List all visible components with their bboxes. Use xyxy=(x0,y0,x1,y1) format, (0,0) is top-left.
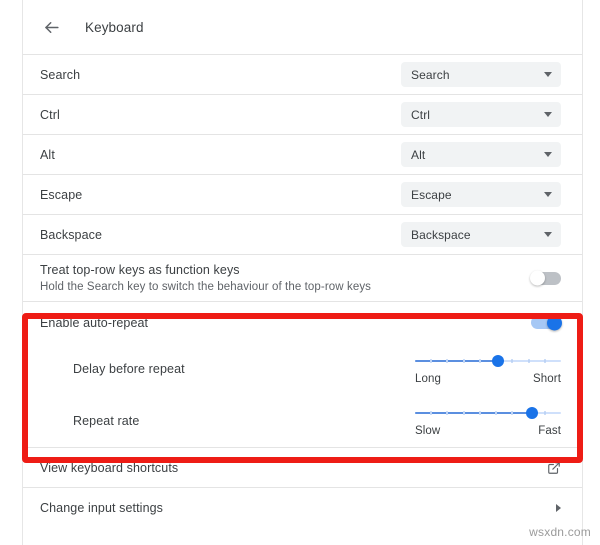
dropdown-alt[interactable]: Alt xyxy=(401,142,561,167)
toggle-top-row-function-keys[interactable] xyxy=(530,270,561,286)
row-change-input-settings[interactable]: Change input settings xyxy=(23,487,582,527)
chevron-down-icon xyxy=(544,72,552,77)
dropdown-value: Search xyxy=(411,67,450,82)
dropdown-ctrl[interactable]: Ctrl xyxy=(401,102,561,127)
toggle-knob xyxy=(530,270,545,286)
external-link-icon[interactable] xyxy=(547,461,561,475)
chevron-down-icon xyxy=(544,232,552,237)
row-label: Repeat rate xyxy=(73,414,140,428)
row-text-block: Treat top-row keys as function keys Hold… xyxy=(40,263,371,293)
row-top-row-function-keys[interactable]: Treat top-row keys as function keys Hold… xyxy=(23,254,582,301)
watermark: wsxdn.com xyxy=(529,525,591,539)
row-delay-before-repeat: Delay before repeat Long Short xyxy=(23,343,582,395)
slider-max-label: Short xyxy=(533,372,561,385)
slider-labels: Long Short xyxy=(415,373,561,385)
slider-ticks xyxy=(415,410,561,415)
slider-min-label: Slow xyxy=(415,424,441,437)
arrow-left-icon[interactable] xyxy=(40,16,62,38)
row-label: Alt xyxy=(40,147,55,162)
row-label: Ctrl xyxy=(40,107,60,122)
row-label: Search xyxy=(40,67,81,82)
row-view-keyboard-shortcuts[interactable]: View keyboard shortcuts xyxy=(23,447,582,487)
row-enable-auto-repeat[interactable]: Enable auto-repeat xyxy=(23,301,582,343)
row-label: Treat top-row keys as function keys xyxy=(40,263,240,277)
dropdown-value: Backspace xyxy=(411,227,471,242)
slider-delay-before-repeat[interactable]: Long Short xyxy=(415,354,561,385)
toggle-enable-auto-repeat[interactable] xyxy=(531,315,562,330)
slider-min-label: Long xyxy=(415,372,441,385)
page-title: Keyboard xyxy=(85,19,144,35)
slider-thumb[interactable] xyxy=(525,406,538,419)
dropdown-value: Escape xyxy=(411,187,452,202)
dropdown-escape[interactable]: Escape xyxy=(401,182,561,207)
dropdown-backspace[interactable]: Backspace xyxy=(401,222,561,247)
row-label: Delay before repeat xyxy=(73,362,185,376)
slider-ticks xyxy=(415,358,561,363)
row-label: Enable auto-repeat xyxy=(40,315,149,330)
row-search[interactable]: Search Search xyxy=(23,54,582,94)
chevron-right-icon[interactable] xyxy=(556,503,561,512)
row-backspace[interactable]: Backspace Backspace xyxy=(23,214,582,254)
chevron-down-icon xyxy=(544,192,552,197)
chevron-down-icon xyxy=(544,112,552,117)
row-label: Backspace xyxy=(40,227,103,242)
slider-labels: Slow Fast xyxy=(415,425,561,437)
row-label: Escape xyxy=(40,187,83,202)
row-sublabel: Hold the Search key to switch the behavi… xyxy=(40,281,372,293)
slider-max-label: Fast xyxy=(538,424,561,437)
row-alt[interactable]: Alt Alt xyxy=(23,134,582,174)
row-label: View keyboard shortcuts xyxy=(40,460,179,475)
slider-thumb[interactable] xyxy=(492,354,505,367)
slider-control[interactable] xyxy=(415,354,561,368)
row-label: Change input settings xyxy=(40,500,164,515)
auto-repeat-group: Enable auto-repeat Delay before repeat L… xyxy=(23,301,582,447)
chevron-down-icon xyxy=(544,152,552,157)
settings-page: Keyboard Search Search Ctrl Ctrl Alt Alt xyxy=(0,0,600,545)
dropdown-search[interactable]: Search xyxy=(401,62,561,87)
row-ctrl[interactable]: Ctrl Ctrl xyxy=(23,94,582,134)
dropdown-value: Alt xyxy=(411,147,426,162)
slider-control[interactable] xyxy=(415,406,561,420)
slider-repeat-rate[interactable]: Slow Fast xyxy=(415,406,561,437)
row-escape[interactable]: Escape Escape xyxy=(23,174,582,214)
dropdown-value: Ctrl xyxy=(411,107,431,122)
row-repeat-rate: Repeat rate Slow Fast xyxy=(23,395,582,447)
keyboard-settings-card: Keyboard Search Search Ctrl Ctrl Alt Alt xyxy=(22,0,583,545)
page-header: Keyboard xyxy=(23,0,582,54)
toggle-knob xyxy=(547,315,562,330)
